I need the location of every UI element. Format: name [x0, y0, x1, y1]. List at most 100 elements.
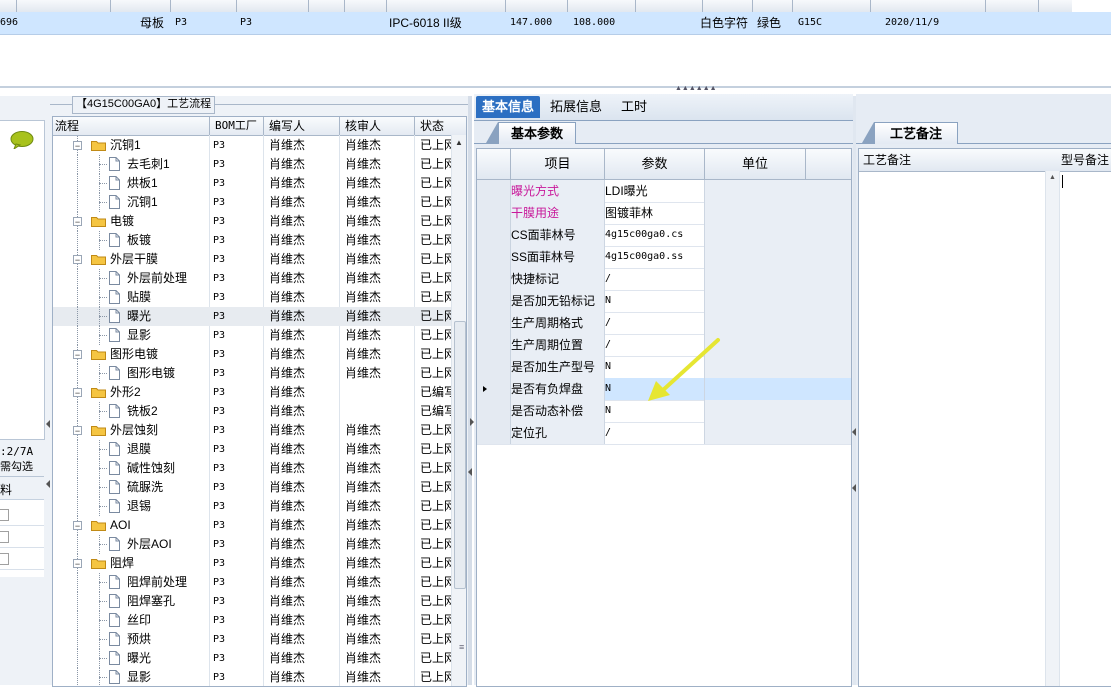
- tree-step-row[interactable]: 贴膜 P3 肖维杰 肖维杰 已上网: [53, 288, 451, 307]
- column-header-unit[interactable]: 单位: [705, 149, 805, 179]
- param-unit-cell[interactable]: [705, 334, 851, 356]
- param-value-cell[interactable]: N: [605, 290, 705, 312]
- column-header-bom[interactable]: BOM工厂: [215, 117, 257, 135]
- param-value-cell[interactable]: 图镀菲林: [605, 202, 705, 224]
- param-row[interactable]: 曝光方式 LDI曝光: [477, 180, 851, 203]
- param-row[interactable]: CS面菲林号 4g15c00ga0.cs: [477, 224, 851, 247]
- param-unit-cell[interactable]: [705, 180, 851, 202]
- row-checkbox[interactable]: [0, 531, 9, 543]
- tree-scroll-thumb[interactable]: ≡: [454, 321, 466, 652]
- row-indicator[interactable]: [477, 202, 511, 224]
- vertical-splitter[interactable]: [468, 96, 472, 685]
- tree-step-row[interactable]: 丝印 P3 肖维杰 肖维杰 已上网: [53, 611, 451, 630]
- column-header-flow[interactable]: 流程: [55, 117, 79, 135]
- param-value-cell[interactable]: /: [605, 268, 705, 290]
- row-indicator[interactable]: [477, 224, 511, 246]
- row-indicator[interactable]: [477, 246, 511, 268]
- tree-expander-icon[interactable]: −: [73, 217, 82, 227]
- tree-step-row[interactable]: 曝光 P3 肖维杰 肖维杰 已上网: [53, 307, 451, 326]
- row-indicator[interactable]: [477, 334, 511, 356]
- tree-step-row[interactable]: 预烘 P3 肖维杰 肖维杰 已上网: [53, 630, 451, 649]
- param-value-cell[interactable]: 4g15c00ga0.ss: [605, 246, 705, 268]
- tree-step-row[interactable]: 阻焊塞孔 P3 肖维杰 肖维杰 已上网: [53, 592, 451, 611]
- row-indicator[interactable]: [477, 422, 511, 444]
- tree-expander-icon[interactable]: −: [73, 388, 82, 398]
- row-indicator[interactable]: [477, 290, 511, 312]
- param-value-cell[interactable]: LDI曝光: [605, 180, 705, 202]
- tree-step-row[interactable]: 外层前处理 P3 肖维杰 肖维杰 已上网: [53, 269, 451, 288]
- tree-step-row[interactable]: 外层AOI P3 肖维杰 肖维杰 已上网: [53, 535, 451, 554]
- tree-step-row[interactable]: 碱性蚀刻 P3 肖维杰 肖维杰 已上网: [53, 459, 451, 478]
- chat-bubble-icon[interactable]: [10, 131, 34, 149]
- row-indicator[interactable]: [477, 180, 511, 202]
- row-indicator[interactable]: [477, 400, 511, 422]
- param-unit-cell[interactable]: [705, 202, 851, 224]
- tree-group-row[interactable]: − 外层干膜 P3 肖维杰 肖维杰 已上网: [53, 250, 451, 269]
- param-row[interactable]: 快捷标记 /: [477, 268, 851, 291]
- tree-step-row[interactable]: 沉铜1 P3 肖维杰 肖维杰 已上网: [53, 193, 451, 212]
- param-unit-cell[interactable]: [705, 246, 851, 268]
- tree-expander-icon[interactable]: −: [73, 350, 82, 360]
- tree-step-row[interactable]: 铣板2 P3 肖维杰 已编写: [53, 402, 451, 421]
- tree-expander-icon[interactable]: −: [73, 559, 82, 569]
- tree-step-row[interactable]: 显影 P3 肖维杰 肖维杰 已上网: [53, 668, 451, 686]
- tree-group-row[interactable]: − 电镀 P3 肖维杰 肖维杰 已上网: [53, 212, 451, 231]
- tree-expander-icon[interactable]: −: [73, 426, 82, 436]
- tree-expander-icon[interactable]: −: [73, 521, 82, 531]
- tree-step-row[interactable]: 显影 P3 肖维杰 肖维杰 已上网: [53, 326, 451, 345]
- param-value-cell[interactable]: 4g15c00ga0.cs: [605, 224, 705, 246]
- splitter-grip-icon[interactable]: ▲▲▲▲▲▲: [675, 85, 717, 92]
- param-unit-cell[interactable]: [705, 268, 851, 290]
- row-checkbox[interactable]: [0, 509, 9, 521]
- tree-group-row[interactable]: − 沉铜1 P3 肖维杰 肖维杰 已上网: [53, 136, 451, 155]
- param-value-cell[interactable]: /: [605, 422, 705, 444]
- column-header-status[interactable]: 状态: [420, 117, 444, 135]
- row-indicator[interactable]: [477, 268, 511, 290]
- tree-step-row[interactable]: 曝光 P3 肖维杰 肖维杰 已上网: [53, 649, 451, 668]
- tree-step-row[interactable]: 退膜 P3 肖维杰 肖维杰 已上网: [53, 440, 451, 459]
- scroll-up-arrow-icon[interactable]: ▲: [1049, 174, 1056, 181]
- param-row[interactable]: 定位孔 /: [477, 422, 851, 445]
- row-checkbox[interactable]: [0, 553, 9, 565]
- param-row[interactable]: SS面菲林号 4g15c00ga0.ss: [477, 246, 851, 269]
- row-indicator[interactable]: [477, 356, 511, 378]
- tree-step-row[interactable]: 退锡 P3 肖维杰 肖维杰 已上网: [53, 497, 451, 516]
- param-unit-cell[interactable]: [705, 400, 851, 422]
- tree-group-row[interactable]: − 阻焊 P3 肖维杰 肖维杰 已上网: [53, 554, 451, 573]
- tree-group-row[interactable]: − 图形电镀 P3 肖维杰 肖维杰 已上网: [53, 345, 451, 364]
- subtab-basic-params[interactable]: 基本参数: [498, 122, 576, 144]
- tree-step-row[interactable]: 板镀 P3 肖维杰 肖维杰 已上网: [53, 231, 451, 250]
- tree-scrollbar[interactable]: ▲ ≡: [451, 135, 466, 686]
- tree-step-row[interactable]: 烘板1 P3 肖维杰 肖维杰 已上网: [53, 174, 451, 193]
- tab-basic-info[interactable]: 基本信息: [476, 96, 540, 118]
- tree-step-row[interactable]: 去毛刺1 P3 肖维杰 肖维杰 已上网: [53, 155, 451, 174]
- remarks-scrollbar[interactable]: ▲: [1045, 171, 1060, 686]
- tree-group-row[interactable]: − 外层蚀刻 P3 肖维杰 肖维杰 已上网: [53, 421, 451, 440]
- column-header-item[interactable]: 项目: [511, 149, 604, 179]
- column-header-reviewer[interactable]: 核审人: [345, 117, 381, 135]
- tree-expander-icon[interactable]: −: [73, 141, 82, 151]
- tree-step-row[interactable]: 阻焊前处理 P3 肖维杰 肖维杰 已上网: [53, 573, 451, 592]
- tree-group-row[interactable]: − AOI P3 肖维杰 肖维杰 已上网: [53, 516, 451, 535]
- tab-process-remarks[interactable]: 工艺备注: [874, 122, 958, 144]
- param-value-cell[interactable]: /: [605, 312, 705, 334]
- scroll-up-arrow-icon[interactable]: ▲: [455, 138, 463, 147]
- param-unit-cell[interactable]: [705, 422, 851, 444]
- row-indicator[interactable]: [477, 378, 511, 400]
- tab-work-hours[interactable]: 工时: [612, 96, 656, 118]
- horizontal-splitter[interactable]: [0, 86, 1111, 88]
- param-unit-cell[interactable]: [705, 378, 851, 400]
- tab-extended-info[interactable]: 拓展信息: [544, 96, 608, 118]
- column-header-author[interactable]: 编写人: [269, 117, 305, 135]
- param-row[interactable]: 是否加无铅标记 N: [477, 290, 851, 313]
- tree-step-row[interactable]: 硫脲洗 P3 肖维杰 肖维杰 已上网: [53, 478, 451, 497]
- param-row[interactable]: 生产周期格式 /: [477, 312, 851, 335]
- collapse-arrow-icon[interactable]: [468, 468, 472, 476]
- tree-expander-icon[interactable]: −: [73, 255, 82, 265]
- tree-group-row[interactable]: − 外形2 P3 肖维杰 已编写: [53, 383, 451, 402]
- column-header-param[interactable]: 参数: [605, 149, 704, 179]
- param-unit-cell[interactable]: [705, 356, 851, 378]
- param-unit-cell[interactable]: [705, 312, 851, 334]
- param-row[interactable]: 干膜用途 图镀菲林: [477, 202, 851, 225]
- top-grid-row-selected[interactable]: 696 母板 P3 P3 IPC-6018 II级 147.000 108.00…: [0, 12, 1111, 35]
